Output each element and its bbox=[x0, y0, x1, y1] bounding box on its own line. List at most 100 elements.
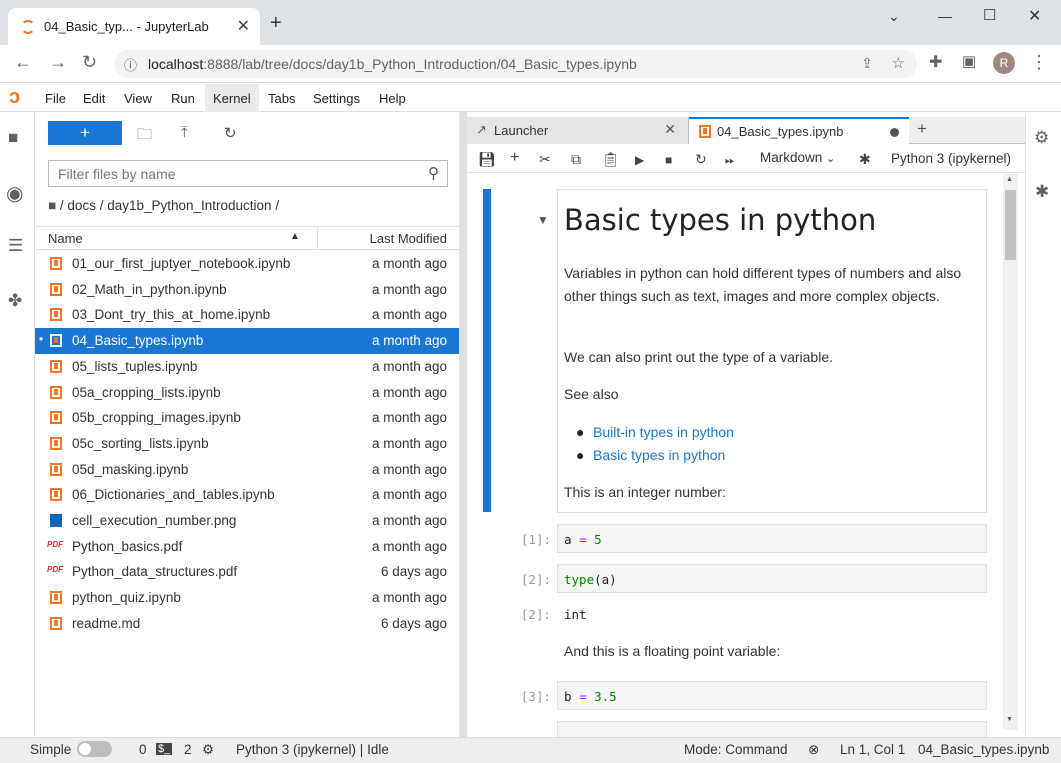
menu-settings[interactable]: Settings bbox=[313, 91, 360, 106]
folder-icon[interactable]: ■ bbox=[48, 198, 56, 213]
file-row[interactable]: PDF Python_data_structures.pdf 6 days ago bbox=[35, 559, 459, 585]
menu-run[interactable]: Run bbox=[171, 91, 195, 106]
cursor-position[interactable]: Ln 1, Col 1 bbox=[840, 742, 905, 757]
chevron-down-icon[interactable]: ⌄ bbox=[888, 8, 900, 25]
menu-edit[interactable]: Edit bbox=[83, 91, 105, 106]
close-icon[interactable]: ✕ bbox=[664, 121, 676, 138]
close-window-icon[interactable]: ✕ bbox=[1028, 6, 1041, 26]
breadcrumb-path[interactable]: / docs / day1b_Python_Introduction / bbox=[60, 198, 279, 213]
column-divider[interactable] bbox=[317, 227, 318, 250]
browser-menu-icon[interactable]: ⋮ bbox=[1030, 52, 1048, 73]
filter-files-input-box[interactable]: ⚲ bbox=[48, 160, 448, 187]
property-inspector-gear-icon[interactable]: ⚙ bbox=[1034, 128, 1049, 148]
reload-icon[interactable]: ↻ bbox=[82, 52, 97, 73]
panel-splitter[interactable] bbox=[459, 112, 467, 737]
link-builtin-types[interactable]: Built-in types in python bbox=[593, 424, 734, 440]
code-cell[interactable]: type(a) bbox=[557, 564, 987, 593]
tab-launcher[interactable]: ↗ Launcher ✕ bbox=[467, 117, 689, 144]
back-icon[interactable]: ← bbox=[14, 52, 32, 73]
kernel-status[interactable]: Python 3 (ipykernel) | Idle bbox=[236, 742, 389, 757]
restart-icon[interactable]: ↻ bbox=[695, 151, 707, 168]
menu-kernel[interactable]: Kernel bbox=[213, 91, 251, 106]
new-folder-icon[interactable]: 🗀 bbox=[137, 124, 152, 149]
unsaved-dot-icon[interactable] bbox=[890, 128, 899, 137]
refresh-icon[interactable]: ↻ bbox=[224, 124, 237, 142]
cut-icon[interactable]: ✂ bbox=[539, 151, 551, 168]
url-bar[interactable]: ⓘ localhost:8888/lab/tree/docs/day1b_Pyt… bbox=[114, 50, 917, 78]
debugger-bug-icon[interactable]: ✱ bbox=[1035, 182, 1049, 202]
scrollbar-thumb[interactable] bbox=[1005, 190, 1016, 260]
notebook-icon bbox=[50, 462, 62, 476]
running-icon[interactable]: ◉ bbox=[6, 181, 23, 206]
terminal-icon[interactable]: $_ bbox=[156, 743, 173, 755]
menu-help[interactable]: Help bbox=[379, 91, 406, 106]
notebook-icon bbox=[50, 334, 62, 348]
collapse-heading-icon[interactable]: ▼ bbox=[537, 213, 549, 227]
tab-launcher-label: Launcher bbox=[494, 123, 549, 138]
menu-tabs[interactable]: Tabs bbox=[268, 91, 295, 106]
info-icon[interactable]: ⓘ bbox=[124, 55, 137, 74]
file-row[interactable]: 02_Math_in_python.ipynb a month ago bbox=[35, 277, 459, 303]
breadcrumb[interactable]: ■ / docs / day1b_Python_Introduction / bbox=[48, 198, 279, 213]
new-launcher-button[interactable]: + bbox=[48, 121, 122, 145]
side-panel-icon[interactable]: ▣ bbox=[962, 52, 976, 70]
file-row[interactable]: 01_our_first_juptyer_notebook.ipynb a mon… bbox=[35, 251, 459, 277]
column-last-modified[interactable]: Last Modified bbox=[370, 231, 447, 246]
file-row[interactable]: readme.md 6 days ago bbox=[35, 611, 459, 637]
table-of-contents-icon[interactable]: ☰ bbox=[8, 236, 23, 256]
run-all-icon[interactable]: ⏩︎ bbox=[725, 153, 735, 168]
share-icon[interactable]: ⇪ bbox=[861, 55, 873, 72]
code-cell[interactable] bbox=[557, 721, 987, 737]
upload-icon[interactable]: ⤒ bbox=[181, 124, 188, 141]
file-row[interactable]: 05d_masking.ipynb a month ago bbox=[35, 457, 459, 483]
avatar[interactable]: R bbox=[993, 52, 1015, 74]
scroll-up-icon[interactable]: ▲ bbox=[1006, 176, 1013, 183]
maximize-icon[interactable]: ☐ bbox=[983, 6, 996, 24]
extensions-icon[interactable]: ✚ bbox=[929, 52, 942, 72]
menu-view[interactable]: View bbox=[124, 91, 152, 106]
debugger-bug-icon[interactable]: ✱ bbox=[859, 151, 871, 168]
file-row[interactable]: 05c_sorting_lists.ipynb a month ago bbox=[35, 431, 459, 457]
extension-puzzle-icon[interactable]: ✤ bbox=[8, 291, 22, 311]
file-row[interactable]: 05_lists_tuples.ipynb a month ago bbox=[35, 354, 459, 380]
file-row[interactable]: 03_Dont_try_this_at_home.ipynb a month ag… bbox=[35, 302, 459, 328]
link-basic-types[interactable]: Basic types in python bbox=[593, 447, 725, 463]
notebook-icon bbox=[50, 257, 62, 270]
stop-icon[interactable]: ■ bbox=[665, 153, 672, 167]
browser-tab[interactable]: 04_Basic_typ... - JupyterLab ✕ bbox=[8, 8, 260, 45]
file-row[interactable]: 05b_cropping_images.ipynb a month ago bbox=[35, 405, 459, 431]
paragraph-variables: Variables in python can hold different t… bbox=[564, 265, 962, 304]
sort-ascending-icon: ▲ bbox=[290, 231, 300, 242]
filter-files-input[interactable] bbox=[49, 161, 409, 186]
cell-type-select[interactable]: Markdown ⌄ bbox=[760, 150, 835, 165]
tab-notebook[interactable]: 04_Basic_types.ipynb bbox=[689, 117, 909, 145]
close-tab-icon[interactable]: ✕ bbox=[237, 16, 250, 36]
copy-icon[interactable]: ⧉ bbox=[571, 151, 581, 168]
scroll-down-icon[interactable]: ▼ bbox=[1006, 716, 1013, 723]
folder-icon[interactable]: ■ bbox=[8, 128, 18, 148]
save-icon[interactable]: 💾︎ bbox=[478, 151, 496, 168]
file-row[interactable]: python_quiz.ipynb a month ago bbox=[35, 585, 459, 611]
file-row[interactable]: cell_execution_number.png a month ago bbox=[35, 508, 459, 534]
run-icon[interactable]: ▶ bbox=[635, 153, 644, 167]
minimize-icon[interactable]: — bbox=[938, 8, 952, 24]
code-cell[interactable]: a = 5 bbox=[557, 524, 987, 553]
kernel-name[interactable]: Python 3 (ipykernel) bbox=[891, 151, 1011, 166]
code-cell[interactable]: b = 3.5 bbox=[557, 681, 987, 710]
file-row[interactable]: 05a_cropping_lists.ipynb a month ago bbox=[35, 380, 459, 406]
paste-icon[interactable]: 📋︎ bbox=[602, 151, 620, 168]
column-name[interactable]: Name bbox=[48, 231, 83, 246]
bookmark-star-icon[interactable]: ☆ bbox=[892, 54, 905, 72]
shield-icon[interactable]: ⊗ bbox=[808, 742, 819, 758]
menu-file[interactable]: File bbox=[45, 91, 66, 106]
new-tab-icon[interactable]: + bbox=[270, 12, 282, 35]
insert-cell-icon[interactable]: + bbox=[510, 149, 519, 167]
file-row[interactable]: 06_Dictionaries_and_tables.ipynb a month … bbox=[35, 482, 459, 508]
simple-mode-toggle[interactable] bbox=[77, 741, 112, 757]
kernel-chip-icon[interactable]: ⚙ bbox=[202, 742, 214, 758]
file-row[interactable]: • 04_Basic_types.ipynb a month ago bbox=[35, 328, 459, 354]
cell-collapser[interactable] bbox=[483, 189, 491, 512]
add-tab-icon[interactable]: + bbox=[917, 119, 927, 139]
forward-icon[interactable]: → bbox=[49, 52, 67, 73]
file-row[interactable]: PDF Python_basics.pdf a month ago bbox=[35, 534, 459, 560]
